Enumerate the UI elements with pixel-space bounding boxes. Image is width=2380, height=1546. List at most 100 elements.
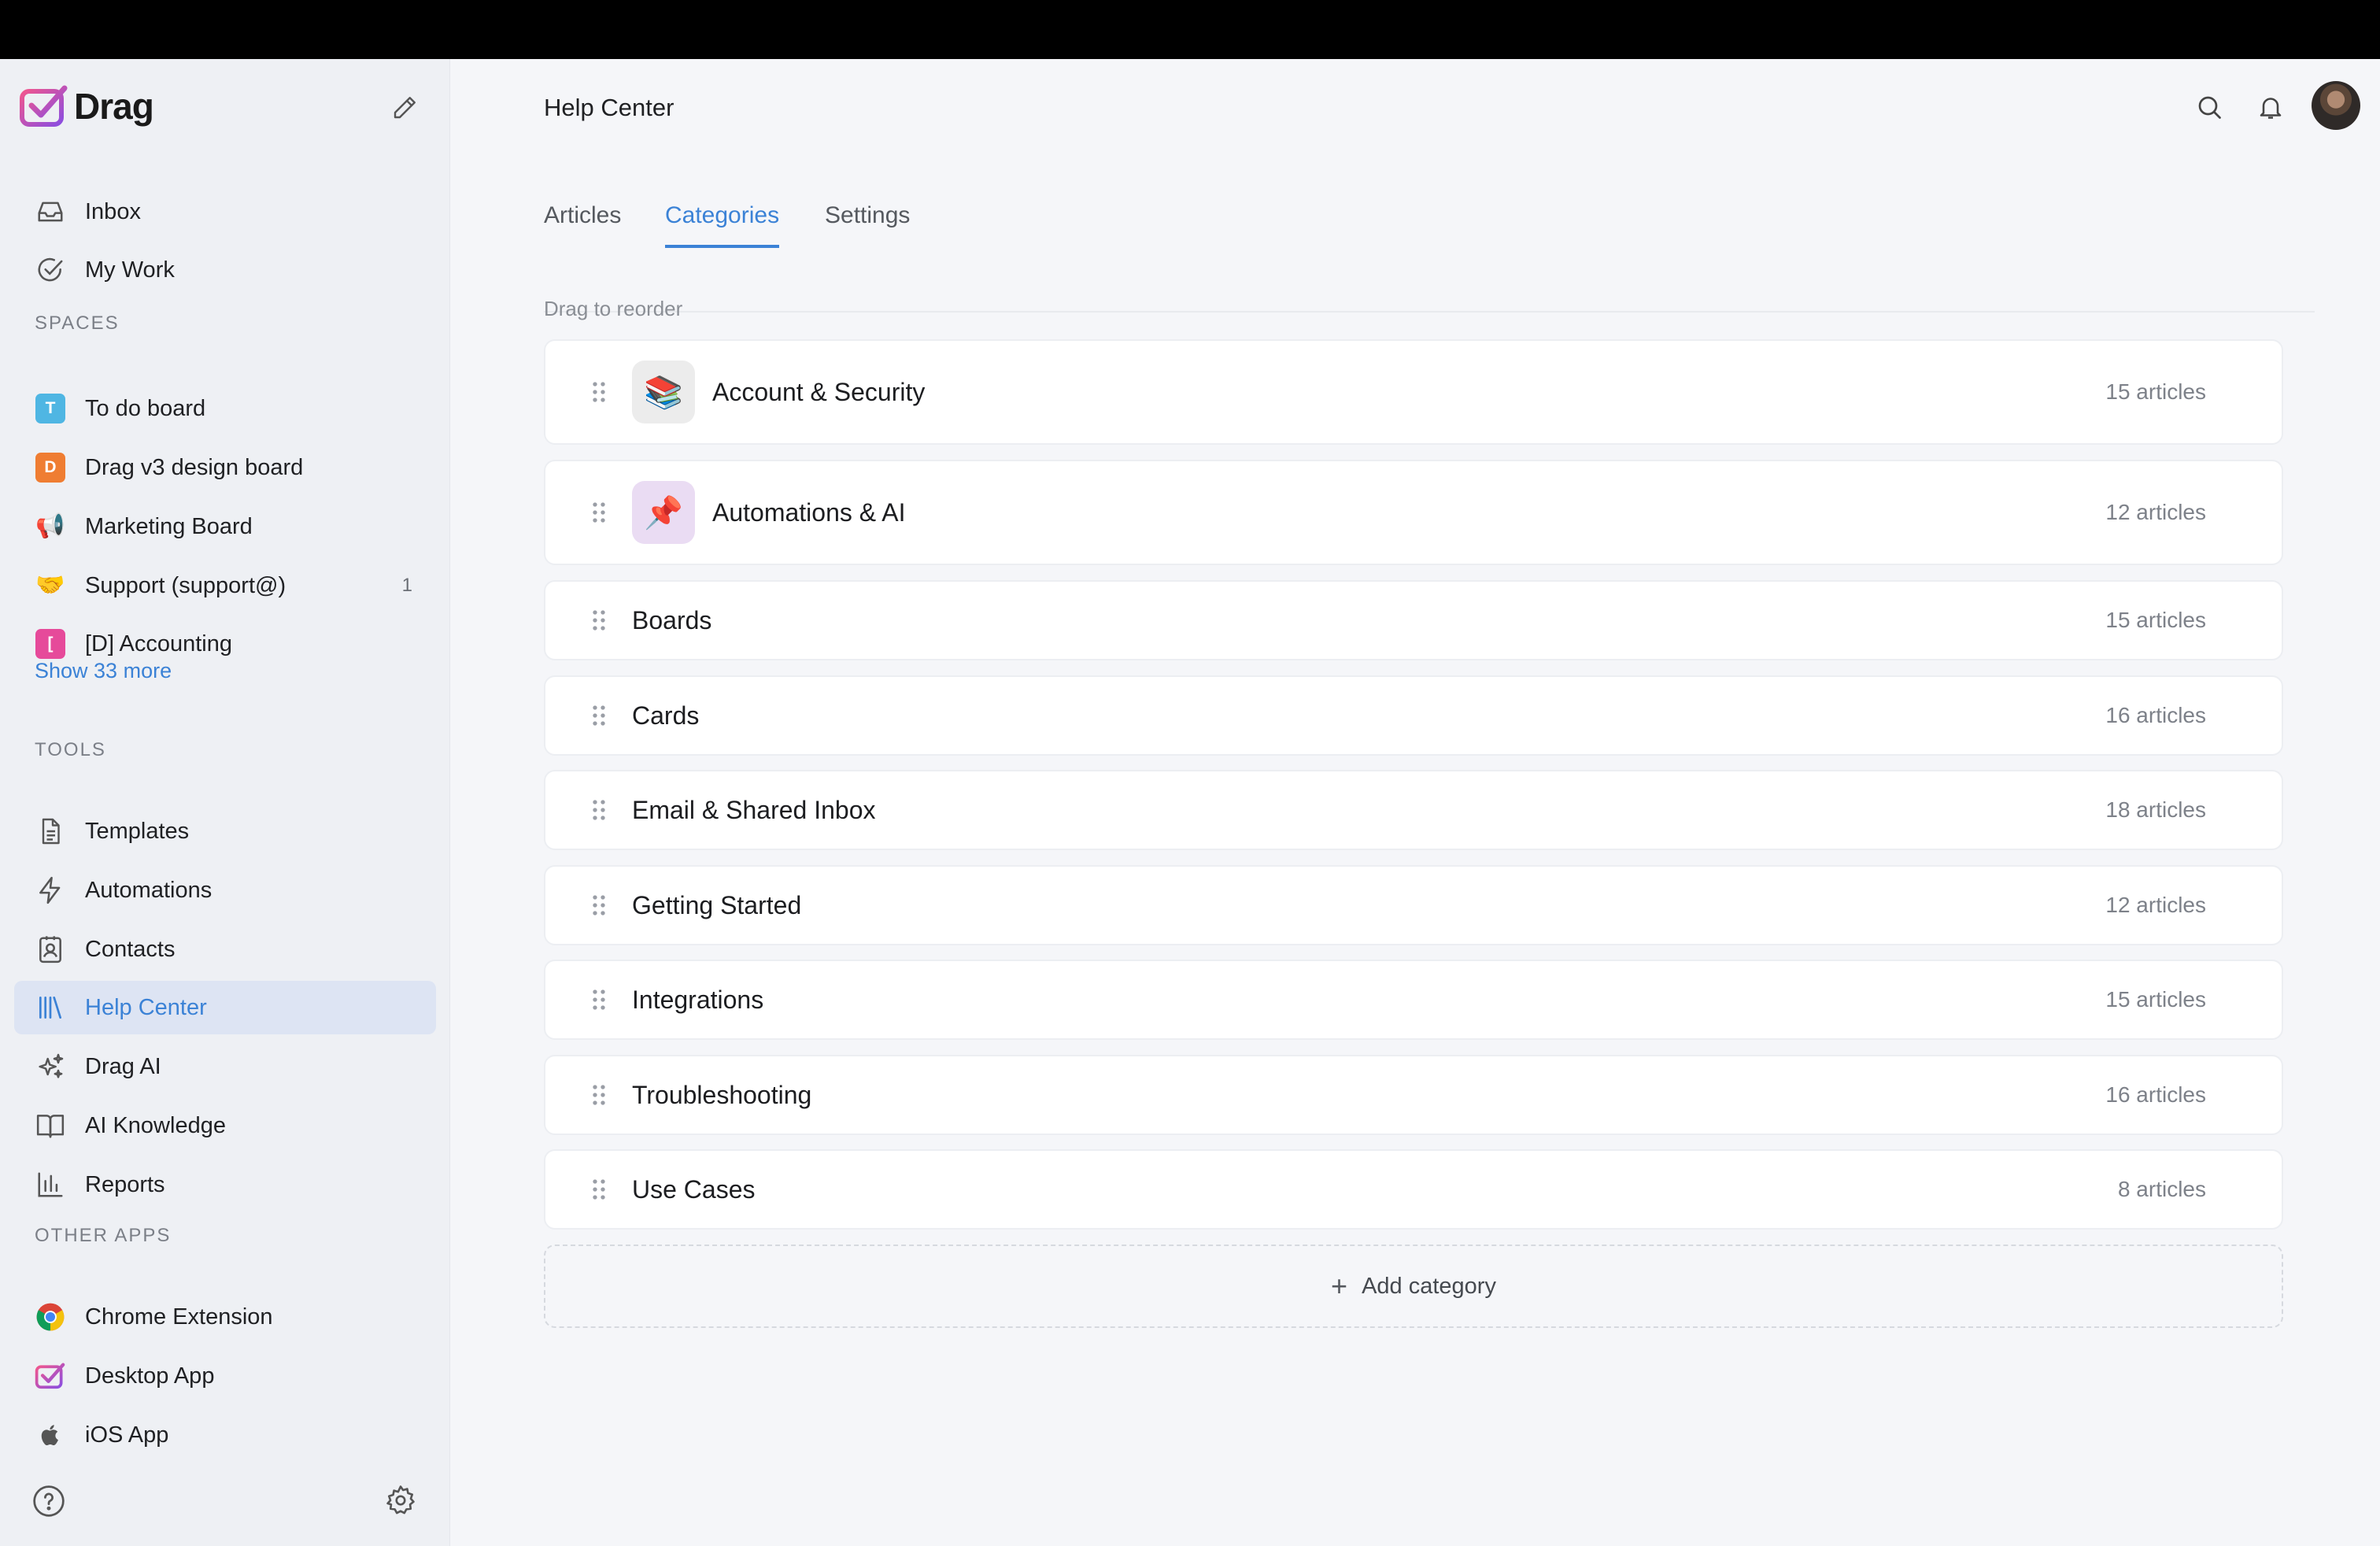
question-circle-icon	[33, 1485, 65, 1517]
library-icon	[33, 990, 68, 1025]
category-row[interactable]: Troubleshooting 16 articles	[544, 1055, 2283, 1135]
category-name: Email & Shared Inbox	[632, 795, 876, 824]
sidebar-space-to-do-board[interactable]: T To do board	[14, 382, 436, 435]
settings-button[interactable]	[384, 1484, 419, 1518]
compose-button[interactable]	[387, 91, 422, 125]
bell-icon	[2260, 98, 2282, 119]
sidebar-item-drag-ai[interactable]: Drag AI	[14, 1040, 436, 1093]
brand[interactable]: Drag	[19, 83, 154, 130]
drag-logo-icon	[33, 1359, 68, 1393]
space-badge: T	[35, 394, 65, 423]
sidebar-item-label: Inbox	[85, 198, 141, 224]
window-top-bar	[0, 0, 2380, 59]
category-count: 12 articles	[2105, 893, 2206, 917]
category-name: Automations & AI	[712, 497, 906, 527]
drag-handle-icon[interactable]	[589, 988, 608, 1012]
search-button[interactable]	[2192, 90, 2227, 124]
pencil-icon	[394, 97, 416, 119]
category-row[interactable]: Getting Started 12 articles	[544, 865, 2283, 945]
sidebar-item-templates[interactable]: Templates	[14, 804, 436, 858]
sidebar-item-my-work[interactable]: My Work	[14, 243, 436, 297]
inbox-icon	[33, 194, 68, 229]
category-row[interactable]: 📌 Automations & AI 12 articles	[544, 460, 2283, 565]
drag-handle-icon[interactable]	[589, 893, 608, 917]
sidebar-space-drag-v3-design-board[interactable]: D Drag v3 design board	[14, 441, 436, 494]
tab-settings[interactable]: Settings	[825, 202, 910, 245]
sidebar-item-label: Support (support@)	[85, 572, 286, 598]
sidebar-item-contacts[interactable]: Contacts	[14, 923, 436, 976]
sidebar-item-desktop-app[interactable]: Desktop App	[14, 1349, 436, 1403]
category-count: 18 articles	[2105, 797, 2206, 822]
lightning-icon	[33, 873, 68, 908]
drag-handle-icon[interactable]	[589, 608, 608, 632]
contacts-icon	[33, 932, 68, 967]
page-title: Help Center	[544, 94, 674, 121]
sidebar-item-label: Automations	[85, 877, 213, 903]
sidebar-item-label: Drag AI	[85, 1053, 161, 1079]
sidebar-item-ai-knowledge[interactable]: AI Knowledge	[14, 1099, 436, 1152]
tab-categories[interactable]: Categories	[665, 202, 780, 248]
tools-section-label: TOOLS	[35, 739, 106, 760]
show-more-spaces-link[interactable]: Show 33 more	[35, 659, 172, 683]
category-name: Boards	[632, 605, 712, 634]
sidebar-space-marketing-board[interactable]: 📢 Marketing Board	[14, 500, 436, 553]
chrome-icon	[33, 1300, 68, 1334]
sidebar-item-chrome-extension[interactable]: Chrome Extension	[14, 1290, 436, 1344]
sidebar-item-label: [D] Accounting	[85, 631, 232, 656]
sidebar: Drag Inbox My Work SPACES T To do board …	[0, 59, 450, 1546]
category-name: Getting Started	[632, 890, 802, 919]
category-row[interactable]: Email & Shared Inbox 18 articles	[544, 770, 2283, 850]
space-badge: D	[35, 453, 65, 483]
search-icon	[2198, 96, 2221, 119]
category-count: 16 articles	[2105, 1082, 2206, 1107]
category-name: Cards	[632, 701, 700, 730]
sparkles-icon	[33, 1049, 68, 1084]
other-apps-section-label: OTHER APPS	[35, 1225, 172, 1246]
category-row[interactable]: 📚 Account & Security 15 articles	[544, 339, 2283, 445]
drag-handle-icon[interactable]	[589, 1083, 608, 1107]
document-icon	[33, 814, 68, 849]
sidebar-item-help-center[interactable]: Help Center	[14, 981, 436, 1034]
sidebar-item-reports[interactable]: Reports	[14, 1158, 436, 1211]
category-count: 15 articles	[2105, 608, 2206, 632]
sidebar-item-ios-app[interactable]: iOS App	[14, 1408, 436, 1462]
drag-handle-icon[interactable]	[589, 1178, 608, 1201]
sidebar-item-label: Templates	[85, 818, 190, 844]
add-category-button[interactable]: + Add category	[544, 1245, 2283, 1328]
category-count: 12 articles	[2105, 500, 2206, 524]
help-button[interactable]	[31, 1484, 66, 1518]
notifications-button[interactable]	[2253, 90, 2288, 124]
tab-bar: Articles Categories Settings	[544, 202, 2315, 313]
sidebar-item-inbox[interactable]: Inbox	[14, 185, 436, 239]
category-row[interactable]: Cards 16 articles	[544, 675, 2283, 756]
brand-name: Drag	[74, 86, 154, 127]
gear-icon	[386, 1485, 415, 1515]
drag-handle-icon[interactable]	[589, 798, 608, 822]
drag-handle-icon[interactable]	[589, 380, 608, 404]
category-row[interactable]: Use Cases 8 articles	[544, 1149, 2283, 1230]
sidebar-item-label: My Work	[85, 257, 175, 283]
sidebar-item-label: Desktop App	[85, 1363, 215, 1389]
sidebar-item-automations[interactable]: Automations	[14, 864, 436, 917]
sidebar-item-label: Marketing Board	[85, 513, 253, 539]
category-count: 8 articles	[2117, 1177, 2206, 1201]
avatar[interactable]	[2312, 81, 2360, 130]
spaces-section-label: SPACES	[35, 313, 120, 334]
pushpin-icon: 📌	[632, 481, 695, 544]
books-icon: 📚	[632, 361, 695, 423]
category-count: 15 articles	[2105, 987, 2206, 1012]
apple-icon	[33, 1418, 68, 1452]
unread-count: 1	[401, 575, 412, 596]
drag-hint: Drag to reorder	[544, 297, 683, 320]
category-row[interactable]: Boards 15 articles	[544, 580, 2283, 660]
drag-handle-icon[interactable]	[589, 501, 608, 524]
sidebar-item-label: To do board	[85, 395, 206, 421]
category-row[interactable]: Integrations 15 articles	[544, 960, 2283, 1040]
drag-handle-icon[interactable]	[589, 704, 608, 727]
sidebar-item-label: Chrome Extension	[85, 1304, 273, 1330]
sidebar-item-label: Drag v3 design board	[85, 454, 304, 480]
sidebar-item-label: iOS App	[85, 1422, 169, 1448]
tab-articles[interactable]: Articles	[544, 202, 621, 245]
category-name: Account & Security	[712, 377, 926, 406]
sidebar-space-support[interactable]: 🤝 Support (support@) 1	[14, 559, 436, 612]
